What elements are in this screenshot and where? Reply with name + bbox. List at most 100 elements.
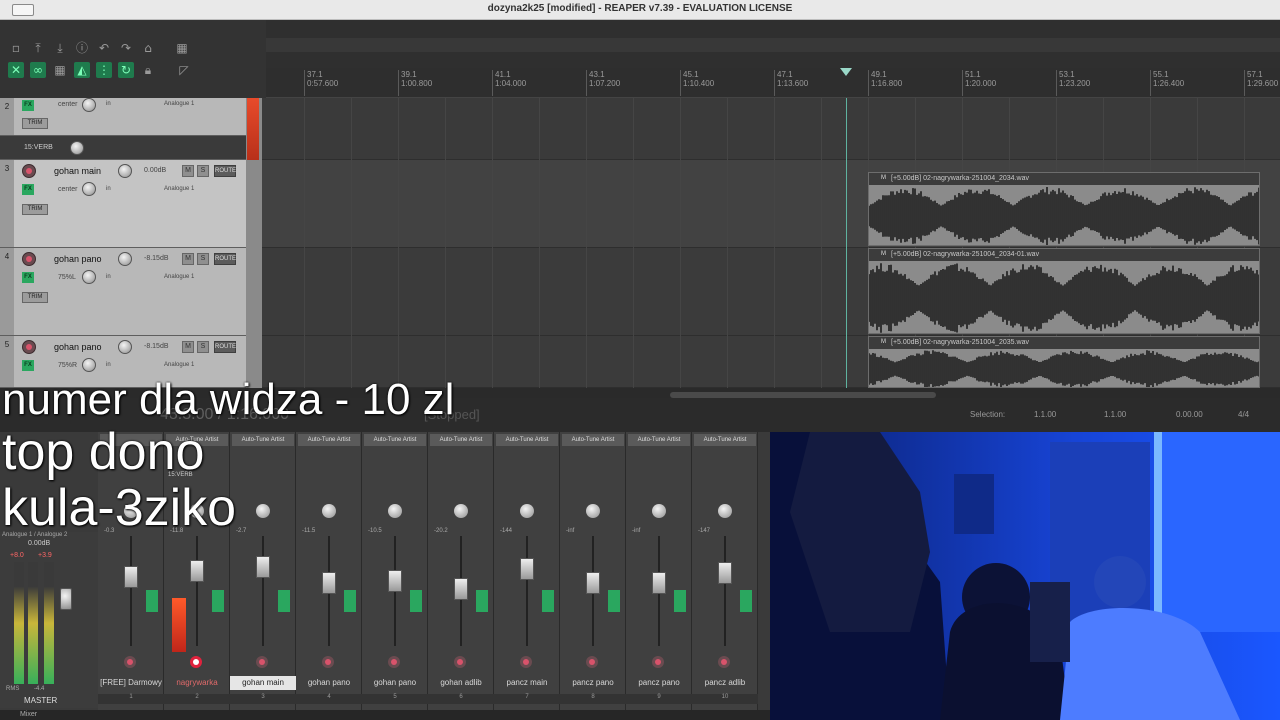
mixer-strip[interactable]: Auto-Tune Artist -11.5 gohan pano 4 <box>296 432 362 710</box>
playhead-marker[interactable] <box>840 68 852 76</box>
item-grouping-icon[interactable]: ∞ <box>30 62 46 78</box>
route-button[interactable]: ROUTE <box>214 253 236 265</box>
strip-name[interactable]: pancz pano <box>560 676 626 690</box>
fx-toggle-icon[interactable] <box>674 590 686 612</box>
undo-icon[interactable]: ↶ <box>96 40 112 56</box>
fx-toggle-icon[interactable] <box>278 590 290 612</box>
mixer-tab[interactable]: Mixer <box>0 710 770 720</box>
open-project-icon[interactable]: ⤒ <box>30 40 46 56</box>
mute-button[interactable]: M <box>182 165 194 177</box>
auto-crossfade-icon[interactable]: ↻ <box>118 62 134 78</box>
volume-fader[interactable] <box>190 560 204 582</box>
trim-button[interactable]: TRIM <box>22 118 48 129</box>
fx-toggle-icon[interactable] <box>740 590 752 612</box>
strip-name[interactable]: gohan pano <box>362 676 428 690</box>
ruler-mark[interactable]: 47.1 1:13.600 <box>774 70 808 96</box>
pan-knob[interactable] <box>454 504 468 518</box>
fx-toggle-icon[interactable] <box>608 590 620 612</box>
media-item[interactable]: [+5.00dB] 02-nagrywarka-251004_2034-01.w… <box>868 248 1260 334</box>
fx-slot[interactable]: Auto-Tune Artist <box>562 434 624 446</box>
record-arm-button[interactable] <box>586 656 598 668</box>
fx-toggle-icon[interactable] <box>410 590 422 612</box>
save-project-icon[interactable]: ⤓ <box>52 40 68 56</box>
envelope-lock-icon[interactable]: ◸ <box>176 62 192 78</box>
record-arm-button[interactable] <box>388 656 400 668</box>
input-select[interactable]: Analogue 1 <box>164 274 194 280</box>
input-select[interactable]: Analogue 1 <box>164 186 194 192</box>
track-2[interactable]: 2 FX center in Analogue 1 TRIM <box>0 98 246 136</box>
volume-knob[interactable] <box>118 252 132 266</box>
strip-name[interactable]: pancz adlib <box>692 676 758 690</box>
solo-button[interactable]: S <box>197 253 209 265</box>
metronome-icon[interactable]: ⌂ <box>140 40 156 56</box>
strip-name[interactable]: pancz main <box>494 676 560 690</box>
record-arm-button[interactable] <box>22 164 36 178</box>
media-item[interactable]: [+5.00dB] 02-nagrywarka-251004_2035.wav … <box>868 336 1260 388</box>
input-select[interactable]: Analogue 1 <box>164 362 194 368</box>
pan-knob[interactable] <box>82 182 96 196</box>
record-arm-button[interactable] <box>454 656 466 668</box>
selection-start[interactable]: 1.1.00 <box>1034 410 1056 419</box>
redo-icon[interactable]: ↷ <box>118 40 134 56</box>
ruler-mark[interactable]: 57.1 1:29.600 <box>1244 70 1278 96</box>
volume-fader[interactable] <box>322 572 336 594</box>
fx-slot[interactable]: Auto-Tune Artist <box>628 434 690 446</box>
fx-toggle-icon[interactable] <box>344 590 356 612</box>
record-arm-button[interactable] <box>22 252 36 266</box>
fx-toggle-icon[interactable] <box>212 590 224 612</box>
grid-icon[interactable]: ▦ <box>174 40 190 56</box>
record-arm-button[interactable] <box>520 656 532 668</box>
solo-button[interactable]: S <box>197 341 209 353</box>
input-mode[interactable]: in <box>106 101 111 107</box>
record-arm-button[interactable] <box>190 656 202 668</box>
mixer-strip[interactable]: Auto-Tune Artist -144 pancz main 7 <box>494 432 560 710</box>
master-fader[interactable] <box>60 588 72 610</box>
volume-fader[interactable] <box>586 572 600 594</box>
fx-slot[interactable]: Auto-Tune Artist <box>298 434 360 446</box>
mixer-strip[interactable]: Auto-Tune Artist -inf pancz pano 9 <box>626 432 692 710</box>
ruler-mark[interactable]: 37.1 0:57.600 <box>304 70 338 96</box>
new-project-icon[interactable]: ▫ <box>8 40 24 56</box>
pan-knob[interactable] <box>82 270 96 284</box>
volume-fader[interactable] <box>388 570 402 592</box>
record-arm-button[interactable] <box>256 656 268 668</box>
volume-knob[interactable] <box>118 340 132 354</box>
route-button[interactable]: ROUTE <box>214 165 236 177</box>
volume-knob[interactable] <box>118 164 132 178</box>
strip-name[interactable]: pancz pano <box>626 676 692 690</box>
selection-end[interactable]: 1.1.00 <box>1104 410 1126 419</box>
item-mute-button[interactable]: M <box>881 339 886 345</box>
record-arm-button[interactable] <box>22 340 36 354</box>
pan-knob[interactable] <box>256 504 270 518</box>
track-4[interactable]: 4 gohan pano -8.15dB M S ROUTE FX 75%L i… <box>0 248 246 336</box>
fx-toggle-icon[interactable] <box>146 590 158 612</box>
pan-knob[interactable] <box>586 504 600 518</box>
ruler-mark[interactable]: 49.1 1:16.800 <box>868 70 902 96</box>
time-signature[interactable]: 4/4 <box>1238 410 1249 419</box>
arrange-view[interactable]: [+5.00dB] 02-nagrywarka-251004_2034.wav … <box>262 98 1280 388</box>
pan-knob[interactable] <box>652 504 666 518</box>
ruler-mark[interactable]: 39.1 1:00.800 <box>398 70 432 96</box>
volume-fader[interactable] <box>520 558 534 580</box>
mixer-strip[interactable]: Auto-Tune Artist -20.2 gohan adlib 6 <box>428 432 494 710</box>
snap-toggle-icon[interactable]: ◭ <box>74 62 90 78</box>
fx-slot[interactable]: Auto-Tune Artist <box>694 434 756 446</box>
pan-knob[interactable] <box>388 504 402 518</box>
fx-button[interactable]: FX <box>22 272 34 283</box>
strip-name[interactable]: gohan pano <box>296 676 362 690</box>
fx-button[interactable]: FX <box>22 184 34 195</box>
track-name[interactable]: gohan main <box>54 166 101 176</box>
track-name[interactable]: gohan pano <box>54 342 102 352</box>
record-arm-button[interactable] <box>124 656 136 668</box>
trim-button[interactable]: TRIM <box>22 204 48 215</box>
ruler-mark[interactable]: 43.1 1:07.200 <box>586 70 620 96</box>
fx-toggle-icon[interactable] <box>542 590 554 612</box>
input-mode[interactable]: in <box>106 362 111 368</box>
lane-track-2[interactable] <box>262 98 1280 160</box>
route-button[interactable]: ROUTE <box>214 341 236 353</box>
timeline-ruler[interactable]: 37.1 0:57.600 39.1 1:00.800 41.1 1:04.000 43.1… <box>266 68 1280 98</box>
fx-slot[interactable]: Auto-Tune Artist <box>430 434 492 446</box>
mixer-strip[interactable]: Auto-Tune Artist -2.7 gohan main 3 <box>230 432 296 710</box>
mixer-strip[interactable]: Auto-Tune Artist -147 pancz adlib 10 <box>692 432 758 710</box>
mute-button[interactable]: M <box>182 341 194 353</box>
